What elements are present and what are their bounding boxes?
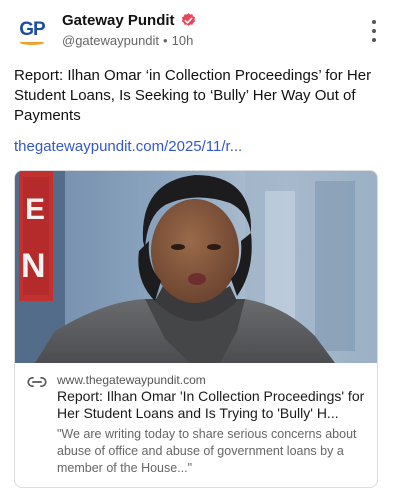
card-body: www.thegatewaypundit.com Report: Ilhan O… bbox=[15, 363, 377, 487]
svg-text:E: E bbox=[25, 193, 45, 226]
post: GP Gateway Pundit @gatewaypundit • 10h R… bbox=[0, 0, 393, 500]
card-image[interactable]: E N bbox=[15, 171, 377, 363]
post-link[interactable]: thegatewaypundit.com/2025/11/r... bbox=[14, 138, 242, 155]
card-title[interactable]: Report: Ilhan Omar 'In Collection Procee… bbox=[57, 388, 371, 422]
timestamp[interactable]: 10h bbox=[172, 33, 194, 48]
post-text: Report: Ilhan Omar ‘in Collection Procee… bbox=[14, 67, 372, 124]
display-name[interactable]: Gateway Pundit bbox=[62, 12, 175, 29]
card-domain: www.thegatewaypundit.com bbox=[57, 373, 206, 387]
link-chain-icon bbox=[27, 377, 47, 387]
card-photo: E N bbox=[15, 171, 377, 363]
meta-separator: • bbox=[163, 33, 168, 48]
card-description: "We are writing today to share serious c… bbox=[57, 427, 357, 475]
avatar[interactable]: GP bbox=[14, 14, 50, 50]
avatar-logo-text: GP bbox=[19, 19, 45, 40]
handle[interactable]: @gatewaypundit bbox=[62, 33, 159, 48]
name-row: Gateway Pundit bbox=[62, 12, 197, 29]
link-preview-card[interactable]: E N www.thegatewaypundit.com Report: Ilh… bbox=[14, 170, 378, 488]
verified-badge-icon bbox=[181, 13, 195, 26]
avatar-swoosh bbox=[20, 40, 44, 45]
meta-row: @gatewaypundit • 10h bbox=[62, 33, 193, 48]
svg-text:N: N bbox=[21, 247, 46, 285]
post-header: GP Gateway Pundit @gatewaypundit • 10h bbox=[14, 12, 380, 52]
more-options-icon[interactable] bbox=[368, 20, 380, 42]
